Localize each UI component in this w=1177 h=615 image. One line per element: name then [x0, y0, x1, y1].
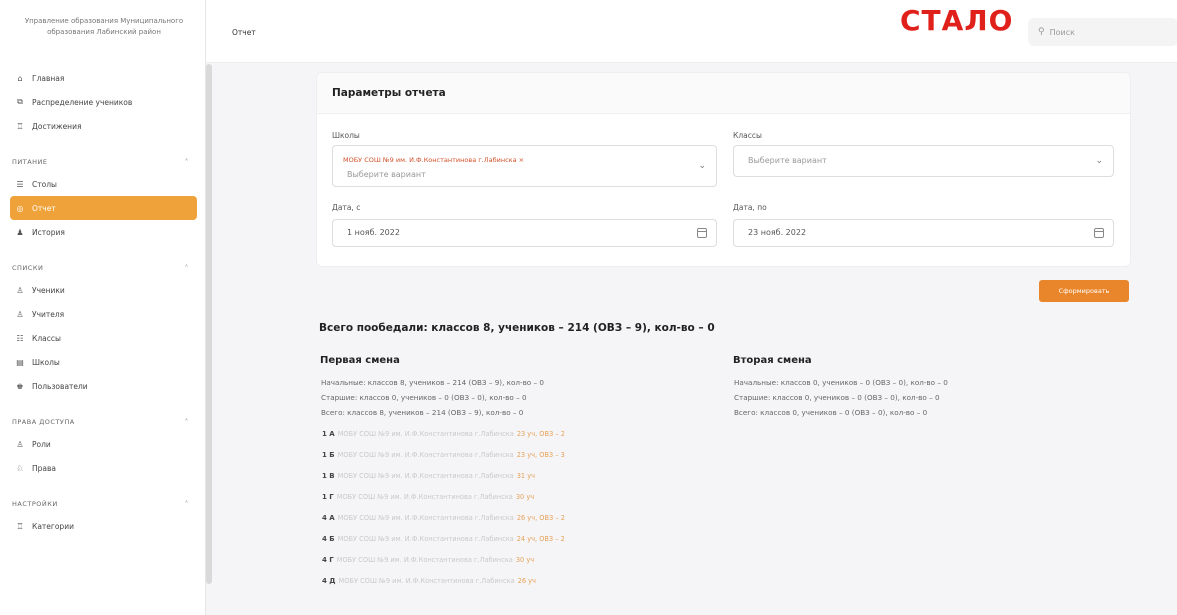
report-total: Всего пообедали: классов 8, учеников – 2…	[319, 322, 715, 334]
categories-icon: ♖	[16, 521, 24, 531]
teachers-icon: ♙	[16, 309, 24, 319]
generate-button[interactable]: Сформировать	[1039, 280, 1129, 302]
search-input[interactable]: ⚲ Поиск	[1028, 18, 1177, 46]
sidebar-item-home[interactable]: ⌂ Главная	[12, 66, 197, 90]
roles-icon: ♙	[16, 439, 24, 449]
tables-icon: ☰	[16, 179, 24, 189]
second-shift-primary: Начальные: классов 0, учеников – 0 (ОВЗ …	[734, 378, 948, 387]
sidebar-item-report[interactable]: ◎ Отчет	[10, 196, 197, 220]
sidebar-item-achievements[interactable]: ♖ Достижения	[12, 114, 197, 138]
chevron-down-icon: ⌄	[698, 161, 706, 171]
first-shift-primary: Начальные: классов 8, учеников – 214 (ОВ…	[321, 378, 544, 387]
search-icon: ⚲	[1038, 27, 1045, 37]
card-title: Параметры отчета	[317, 73, 1130, 114]
date-to-input[interactable]: 23 нояб. 2022	[733, 219, 1114, 247]
first-shift-senior: Старшие: классов 0, учеников – 0 (ОВЗ – …	[321, 393, 527, 402]
sidebar-scrollbar[interactable]	[205, 58, 213, 610]
schools-icon: ▤	[16, 357, 24, 367]
top-header: Отчет СТАЛО ⚲ Поиск	[206, 0, 1177, 63]
sidebar-item-rights[interactable]: ♘ Права	[12, 456, 197, 480]
class-row: 1 Б МОБУ СОШ №9 им. И.Ф.Константинова г.Л…	[322, 451, 565, 459]
section-food[interactable]: ПИТАНИЕ ˄	[12, 152, 197, 172]
classes-icon: ☷	[16, 333, 24, 343]
class-row: 4 Д МОБУ СОШ №9 им. И.Ф.Константинова г.Л…	[322, 577, 536, 585]
sidebar-item-users[interactable]: ♚ Пользователи	[12, 374, 197, 398]
second-shift-total: Всего: классов 0, учеников – 0 (ОВЗ – 0)…	[734, 408, 928, 417]
date-to-label: Дата, по	[733, 203, 767, 212]
overlay-label: СТАЛО	[900, 4, 1014, 37]
classes-label: Классы	[733, 131, 762, 140]
distribution-icon: ⧉	[17, 97, 23, 106]
rights-icon: ♘	[16, 463, 24, 473]
main-nav: ⌂ Главная ⧉ Распределение учеников ♖ Достиж…	[10, 66, 197, 538]
calendar-icon[interactable]	[697, 228, 707, 238]
date-from-input[interactable]: 1 нояб. 2022	[332, 219, 717, 247]
class-row: 4 Б МОБУ СОШ №9 им. И.Ф.Константинова г.Л…	[322, 535, 565, 543]
sidebar-item-tables[interactable]: ☰ Столы	[12, 172, 197, 196]
report-params-card: Параметры отчета Школы МОБУ СОШ №9 им. И…	[316, 72, 1131, 267]
sidebar-item-roles[interactable]: ♙ Роли	[12, 432, 197, 456]
sidebar-item-classes[interactable]: ☷ Классы	[12, 326, 197, 350]
scrollbar-thumb[interactable]	[206, 64, 212, 584]
classes-select[interactable]: Выберите вариант ⌄	[733, 145, 1114, 177]
sidebar-item-teachers[interactable]: ♙ Учителя	[12, 302, 197, 326]
sidebar-item-distribution[interactable]: ⧉ Распределение учеников	[12, 90, 197, 114]
chevron-up-icon: ˄	[184, 263, 189, 273]
users-icon: ♚	[16, 381, 24, 391]
first-shift-title: Первая смена	[320, 355, 400, 366]
section-access[interactable]: ПРАВА ДОСТУПА ˄	[12, 412, 197, 432]
class-row: 1 А МОБУ СОШ №9 им. И.Ф.Константинова г.Л…	[322, 430, 565, 438]
school-tag[interactable]: МОБУ СОШ №9 им. И.Ф.Константинова г.Лаби…	[343, 156, 524, 164]
second-shift-title: Вторая смена	[733, 355, 812, 366]
section-lists[interactable]: СПИСКИ ˄	[12, 258, 197, 278]
sidebar-item-categories[interactable]: ♖ Категории	[12, 514, 197, 538]
students-icon: ♙	[16, 285, 24, 295]
trophy-icon: ♖	[16, 121, 24, 131]
sidebar: Управление образования Муниципального об…	[0, 0, 206, 615]
second-shift-senior: Старшие: классов 0, учеников – 0 (ОВЗ – …	[734, 393, 940, 402]
org-logo-text[interactable]: Управление образования Муниципального об…	[14, 16, 194, 38]
sidebar-item-history[interactable]: ♟ История	[12, 220, 197, 244]
section-settings[interactable]: НАСТРОЙКИ ˄	[12, 494, 197, 514]
schools-placeholder: Выберите вариант	[347, 170, 426, 179]
schools-label: Школы	[332, 131, 360, 140]
home-icon: ⌂	[17, 73, 23, 83]
classes-placeholder: Выберите вариант	[748, 156, 827, 165]
chevron-up-icon: ˄	[184, 417, 189, 427]
class-row: 1 В МОБУ СОШ №9 им. И.Ф.Константинова г.Л…	[322, 472, 536, 480]
calendar-icon[interactable]	[1094, 228, 1104, 238]
schools-select[interactable]: МОБУ СОШ №9 им. И.Ф.Константинова г.Лаби…	[332, 145, 717, 187]
breadcrumb: Отчет	[232, 28, 256, 37]
class-row: 4 Г МОБУ СОШ №9 им. И.Ф.Константинова г.Л…	[322, 556, 535, 564]
sidebar-item-students[interactable]: ♙ Ученики	[12, 278, 197, 302]
chevron-up-icon: ˄	[184, 499, 189, 509]
sidebar-item-schools[interactable]: ▤ Школы	[12, 350, 197, 374]
class-row: 4 А МОБУ СОШ №9 им. И.Ф.Константинова г.Л…	[322, 514, 565, 522]
history-icon: ♟	[16, 227, 24, 237]
chevron-up-icon: ˄	[184, 157, 189, 167]
class-row: 1 Г МОБУ СОШ №9 им. И.Ф.Константинова г.Л…	[322, 493, 535, 501]
chevron-down-icon: ⌄	[1095, 156, 1103, 166]
first-shift-total: Всего: классов 8, учеников – 214 (ОВЗ – …	[321, 408, 524, 417]
date-from-label: Дата, с	[332, 203, 361, 212]
report-icon: ◎	[16, 203, 24, 213]
